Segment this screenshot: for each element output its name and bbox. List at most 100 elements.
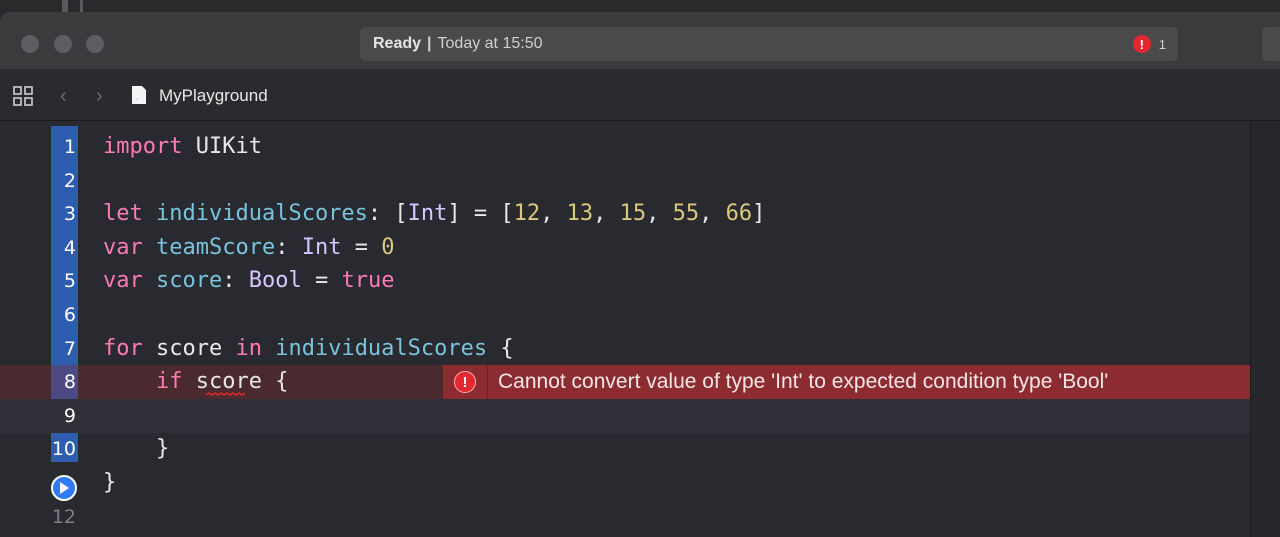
code-token: Int [301,234,342,260]
line-number: 6 [63,304,76,326]
line-number: 7 [63,337,76,360]
code-token: } [103,436,170,462]
line-number: 2 [63,169,76,192]
toolbar: Ready | Today at 15:50 ! 1 [0,12,1280,69]
code-token: 15 [619,201,647,227]
code-token: var [103,234,143,260]
code-token: score { [182,369,289,395]
code-line[interactable]: 2 [0,164,1250,198]
code-token: score [156,268,223,294]
error-icon: ! [1132,35,1151,53]
error-message: Cannot convert value of type 'Int' to ex… [498,370,1109,394]
code-line[interactable]: 12 [0,500,1250,534]
code-token: , [540,201,567,227]
code-token: Int [407,201,448,227]
issue-count-indicator[interactable]: ! 1 [1132,35,1166,53]
code-token: ] [752,201,766,227]
toolbar-right-control[interactable] [1262,27,1280,61]
code-token: : [ [367,201,408,227]
code-token: 55 [672,201,700,227]
code-token: , [646,201,673,227]
forward-arrow-icon[interactable]: › [96,85,103,108]
code-line[interactable]: 9 [0,398,1250,433]
minimize-window-button[interactable] [54,35,72,53]
background-divider [62,0,68,12]
code-token: : [222,268,249,294]
minimap[interactable] [1250,121,1280,537]
error-icon-box: ! [443,365,488,400]
code-text: if score { [103,369,288,394]
code-text: } [103,436,169,461]
run-playground-button[interactable] [51,475,77,501]
breadcrumb-file-name[interactable]: MyPlayground [159,86,268,106]
code-token: UIKit [182,134,262,159]
status-time-label: Today at 15:50 [437,35,543,52]
code-token: Bool [248,268,302,294]
line-number: 10 [51,438,76,461]
code-token: } [103,470,117,495]
code-token: import [103,134,183,159]
code-token: 0 [381,234,395,260]
code-token: teamScore [156,234,276,260]
swift-file-icon [132,86,146,104]
play-icon [60,482,69,494]
line-number: 3 [63,203,76,226]
code-token: 13 [566,201,594,227]
code-token: ] = [ [447,201,514,227]
code-line[interactable]: } [0,466,1250,500]
close-window-button[interactable] [21,35,39,53]
code-text: var teamScore: Int = 0 [103,235,394,260]
code-token: 66 [725,201,753,227]
code-text: import UIKit [103,134,262,159]
back-arrow-icon[interactable]: ‹ [60,85,67,108]
jump-bar: ‹ › MyPlayground [0,69,1280,121]
code-line[interactable]: 1 import UIKit [0,130,1250,164]
code-line[interactable]: 10 } [0,432,1250,466]
code-token: individualScores [156,201,368,227]
code-token: var [103,268,143,294]
line-number: 1 [63,136,76,158]
code-token: true [341,268,395,294]
code-line[interactable]: 7 for score in individualScores { [0,332,1250,366]
line-number: 5 [63,270,76,293]
activity-status-pill[interactable]: Ready | Today at 15:50 ! 1 [360,27,1178,61]
code-line[interactable]: 6 [0,298,1250,332]
code-line[interactable]: 3 let individualScores: [Int] = [12, 13, … [0,197,1250,231]
line-number: 12 [51,505,76,528]
code-token: score [142,335,236,361]
grid-icon[interactable] [13,86,33,106]
code-token: , [699,201,726,227]
error-count-label: 1 [1158,36,1166,52]
status-separator: | [427,35,432,52]
zoom-window-button[interactable] [86,35,104,53]
error-icon: ! [454,371,476,394]
status-ready-label: Ready [373,35,422,52]
code-line[interactable]: 8 if score {! Cannot convert value of typ… [0,365,1250,400]
code-line[interactable]: 4 var teamScore: Int = 0 [0,231,1250,265]
code-text: } [103,470,116,495]
code-token: individualScores [275,335,488,361]
code-token: { [487,335,514,361]
code-text: let individualScores: [Int] = [12, 13, 1… [103,201,765,226]
code-text: for score in individualScores { [103,336,514,361]
code-text: var score: Bool = true [103,268,394,293]
code-token: let [103,201,143,227]
error-banner[interactable]: ! Cannot convert value of type 'Int' to e… [443,365,1250,400]
code-line[interactable]: 5 var score: Bool = true [0,264,1250,298]
code-token: , [593,201,620,227]
code-token: in [235,335,262,361]
background-window-strip [0,0,1280,12]
code-token: 12 [513,201,541,227]
code-token: = [301,268,342,294]
line-number: 8 [63,371,76,394]
background-divider [80,0,83,12]
code-token: = [341,234,382,260]
xcode-window: Ready | Today at 15:50 ! 1 ‹ › MyPlaygro… [0,12,1280,537]
line-number: 9 [63,404,76,427]
code-editor[interactable]: 1 import UIKit 2 3 let individualScores: [In… [0,121,1280,537]
